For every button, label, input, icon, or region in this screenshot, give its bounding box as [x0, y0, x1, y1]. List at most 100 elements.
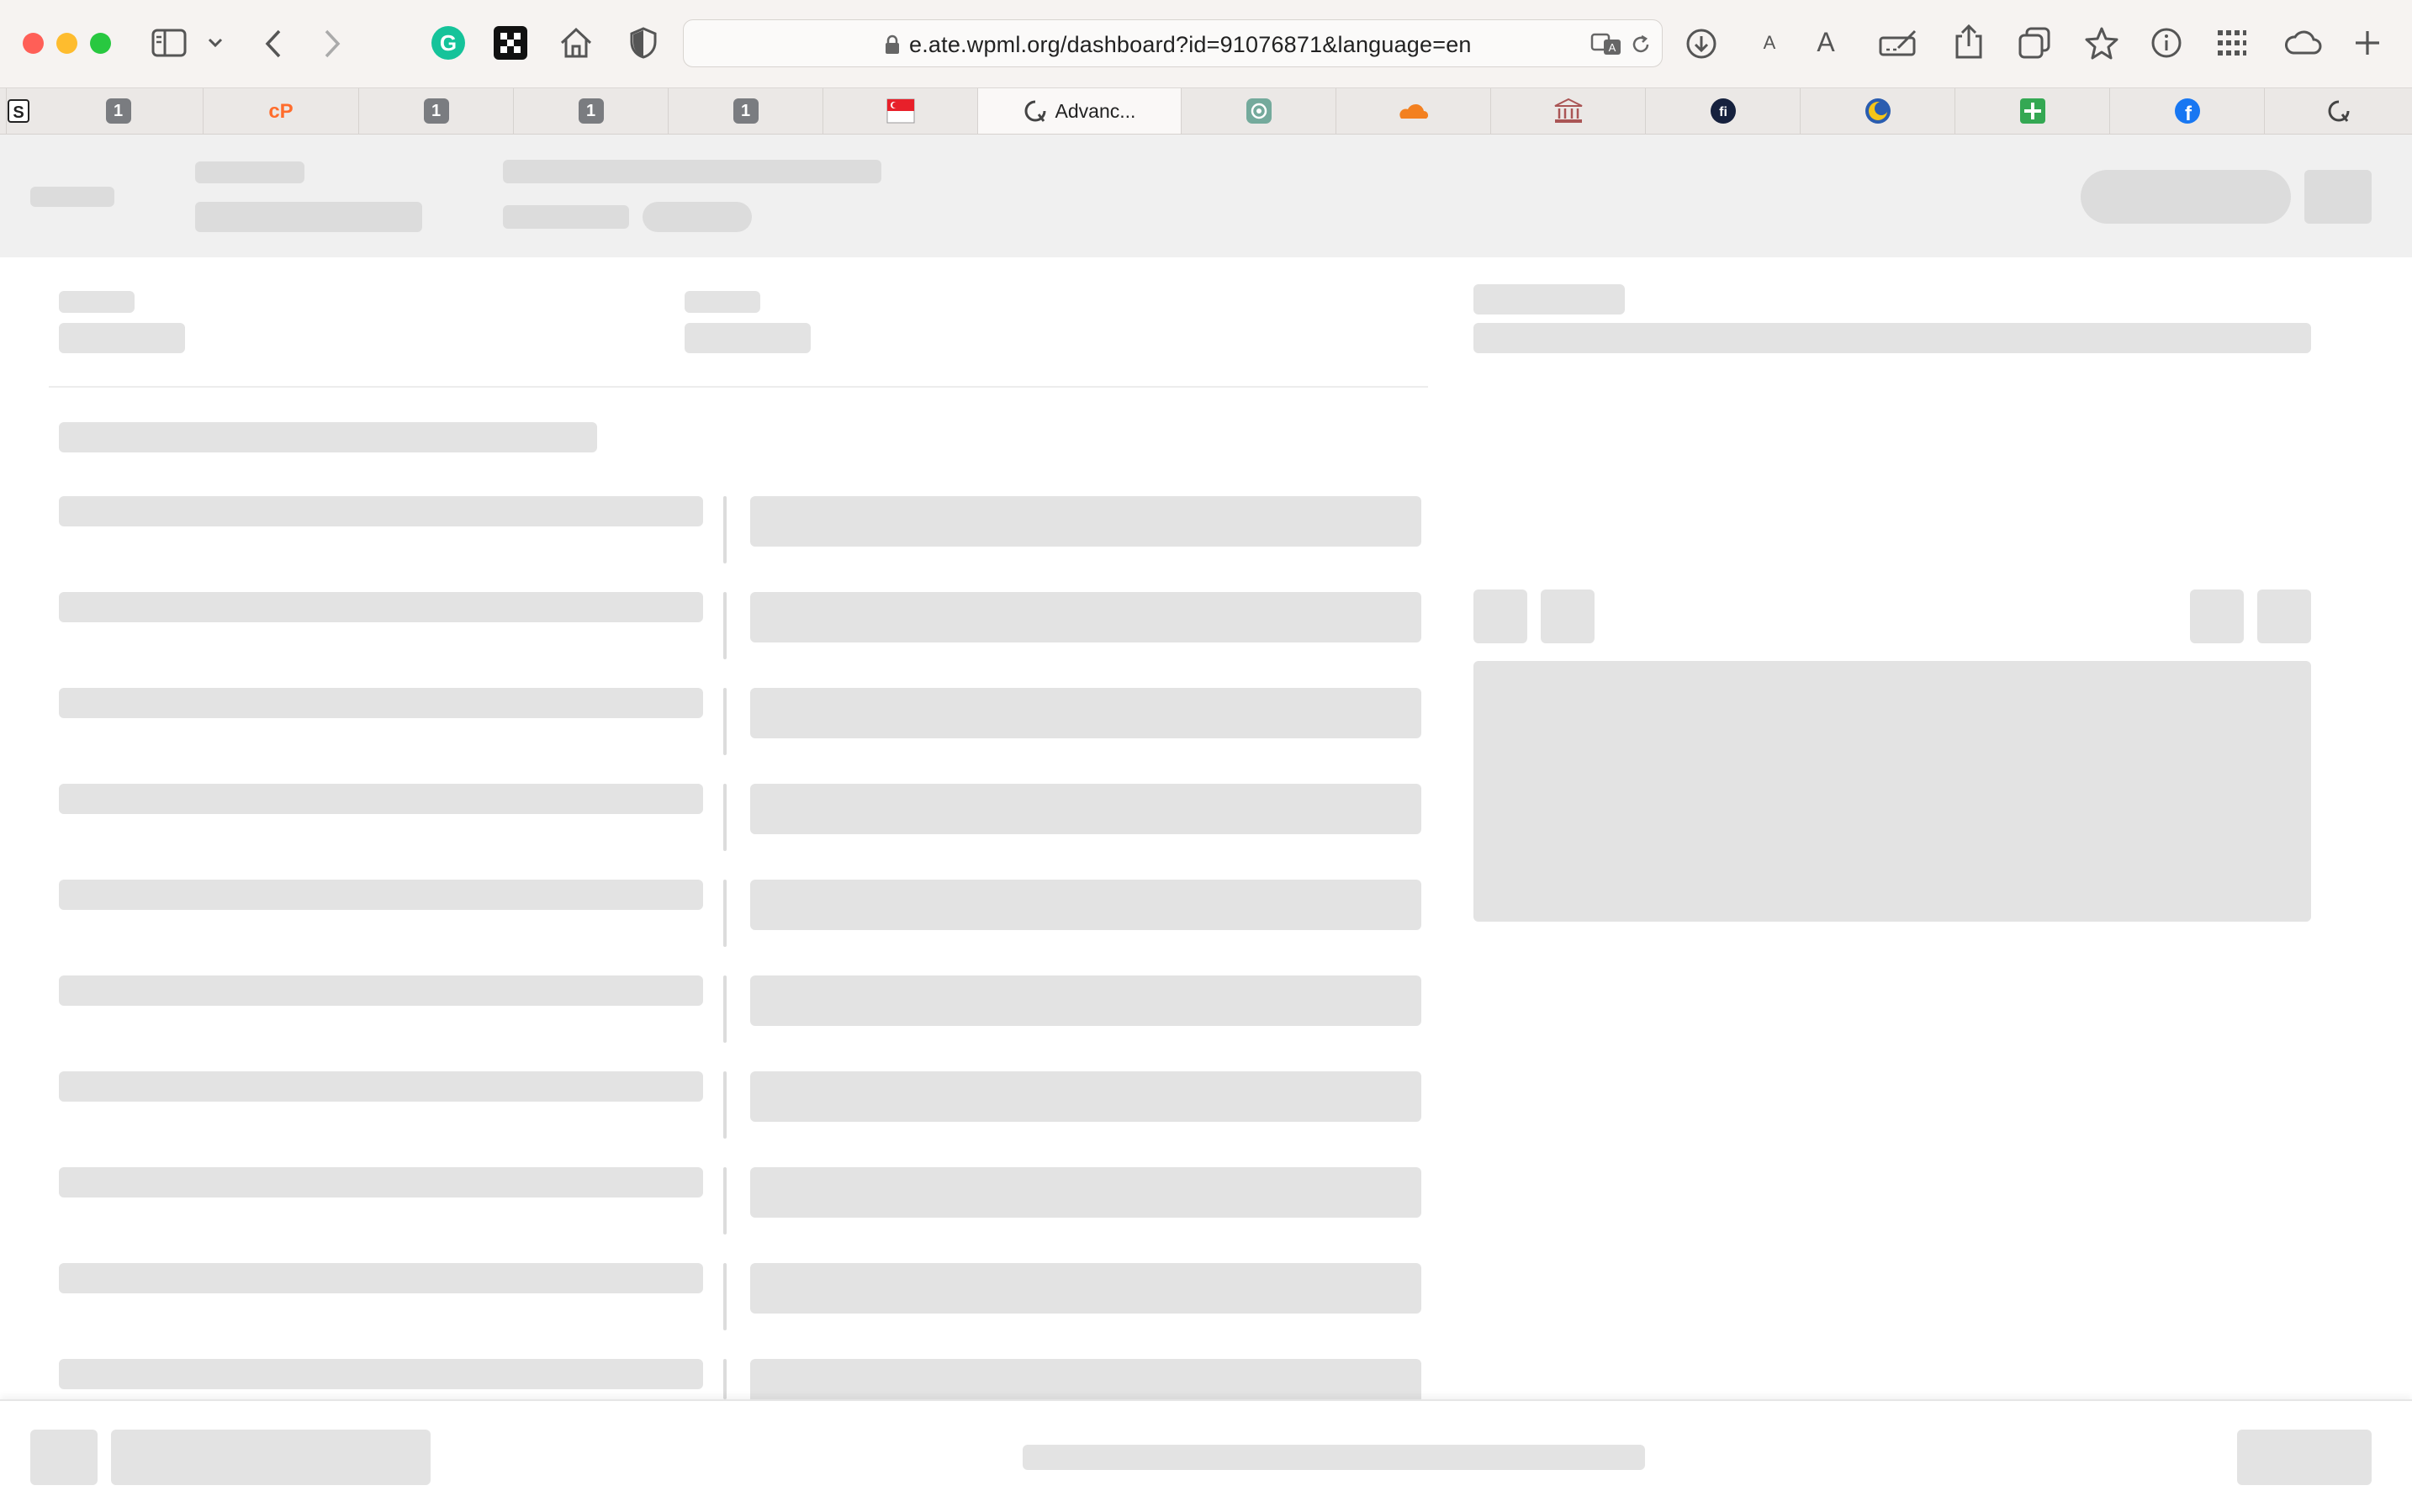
skeleton-source-segment [59, 496, 703, 526]
privacy-shield-icon[interactable] [629, 27, 658, 59]
skeleton-target-segment[interactable] [750, 784, 1421, 834]
skeleton-title [195, 161, 304, 183]
reload-icon[interactable] [1629, 33, 1653, 56]
s-app-icon: S [7, 98, 30, 124]
new-tab-plus-icon[interactable] [2351, 27, 2383, 59]
skeleton-target-segment[interactable] [750, 975, 1421, 1026]
segment-separator [723, 880, 727, 947]
share-icon[interactable] [1954, 24, 1984, 61]
app-header [0, 135, 2412, 257]
skeleton-footer-button[interactable] [2237, 1430, 2372, 1485]
skeleton-source-segment [59, 688, 703, 718]
tab-14[interactable]: f [2110, 88, 2265, 134]
skeleton-target-segment[interactable] [750, 496, 1421, 547]
tab-active[interactable]: Advanc... [978, 88, 1182, 134]
text-smaller-button[interactable]: A [1758, 29, 1781, 57]
segment-separator [723, 975, 727, 1043]
skeleton-target-segment[interactable] [750, 1263, 1421, 1314]
skeleton-footer-label [111, 1430, 431, 1485]
qr-extension-icon[interactable] [494, 26, 527, 60]
skeleton-menu-button[interactable] [2304, 170, 2372, 224]
skeleton-breadcrumb [503, 160, 881, 183]
back-icon[interactable] [261, 27, 286, 61]
skeleton-source-segment [59, 1359, 703, 1389]
tab-6[interactable] [823, 88, 978, 134]
moon-app-icon [1865, 98, 1891, 124]
forward-icon[interactable] [320, 27, 345, 61]
skeleton-source-segment [59, 1167, 703, 1197]
segment-separator [723, 1359, 727, 1399]
url-text: e.ate.wpml.org/dashboard?id=91076871&lan… [909, 32, 1472, 57]
skeleton-value [685, 323, 811, 353]
close-window-button[interactable] [23, 33, 44, 54]
minimize-window-button[interactable] [56, 33, 77, 54]
skeleton-section-title [59, 422, 597, 452]
tab-11[interactable]: fi [1646, 88, 1801, 134]
tab-1[interactable]: 1 [34, 88, 204, 134]
skeleton-logo [30, 187, 114, 207]
one-badge-icon: 1 [105, 98, 131, 124]
tab-0[interactable] [0, 88, 7, 134]
apps-grid-icon[interactable] [2215, 28, 2249, 58]
segment-separator [723, 688, 727, 755]
skeleton-source-segment [59, 1071, 703, 1102]
svg-text:cP: cP [268, 100, 293, 122]
cloudflare-icon [1399, 103, 1428, 119]
tab-12[interactable] [1801, 88, 1955, 134]
tab-3[interactable]: 1 [359, 88, 514, 134]
home-icon[interactable] [558, 25, 594, 61]
tab-label: Advanc... [1055, 99, 1136, 122]
singapore-flag-icon [886, 98, 914, 124]
translate-icon[interactable]: A [1590, 32, 1624, 57]
skeleton-target-segment[interactable] [750, 688, 1421, 738]
skeleton-target-segment[interactable] [750, 1071, 1421, 1122]
tab-2[interactable]: cP [204, 88, 359, 134]
skeleton-panel-button[interactable] [1473, 589, 1527, 643]
segment-separator [723, 784, 727, 851]
loading-spinner-icon [2328, 100, 2349, 122]
downloads-icon[interactable] [1685, 27, 1718, 61]
text-bigger-button[interactable]: A [1812, 25, 1840, 59]
sidebar-toggle-icon[interactable] [151, 28, 187, 58]
skeleton-action-button[interactable] [2081, 170, 2291, 224]
zoom-window-button[interactable] [90, 33, 111, 54]
tab-13[interactable] [1955, 88, 2110, 134]
cpanel-icon: cP [268, 100, 293, 122]
tab-4[interactable]: 1 [514, 88, 669, 134]
tab-overview-icon[interactable] [2017, 26, 2052, 60]
tab-9[interactable] [1336, 88, 1491, 134]
skeleton-label [685, 291, 760, 313]
grammarly-icon[interactable]: G [431, 25, 466, 61]
skeleton-target-segment[interactable] [750, 880, 1421, 930]
text-bigger-label: A [1817, 26, 1835, 57]
skeleton-target-segment[interactable] [750, 1359, 1421, 1399]
segment-separator [723, 1167, 727, 1234]
skeleton-footer-icon[interactable] [30, 1430, 98, 1485]
svg-text:G: G [440, 30, 457, 56]
tab-8[interactable] [1182, 88, 1336, 134]
loading-spinner-icon [1024, 100, 1046, 122]
chevron-down-icon[interactable] [206, 34, 225, 52]
tab-10[interactable] [1491, 88, 1646, 134]
tab-15[interactable] [2265, 88, 2412, 134]
svg-text:fi: fi [1719, 105, 1727, 119]
skeleton-panel-button[interactable] [2257, 589, 2311, 643]
text-smaller-label: A [1763, 32, 1776, 53]
address-bar[interactable]: e.ate.wpml.org/dashboard?id=91076871&lan… [683, 19, 1663, 67]
skeleton-target-segment[interactable] [750, 1167, 1421, 1218]
lock-icon [884, 34, 901, 56]
facebook-icon: f [2174, 98, 2200, 124]
skeleton-target-segment[interactable] [750, 592, 1421, 642]
info-icon[interactable] [2150, 26, 2183, 60]
skeleton-panel-button[interactable] [1541, 589, 1595, 643]
tab-5[interactable]: 1 [669, 88, 823, 134]
annotate-icon[interactable] [1877, 27, 1919, 59]
skeleton-source-segment [59, 880, 703, 910]
bank-icon [1554, 98, 1582, 123]
skeleton-panel-button[interactable] [2190, 589, 2244, 643]
skeleton-source-segment [59, 975, 703, 1006]
cloud-icon[interactable] [2282, 27, 2323, 57]
skeleton-status-pill [643, 202, 752, 232]
tab-bar: S 1 cP 1 1 1 Advanc... fi f [0, 87, 2412, 135]
bookmark-star-icon[interactable] [2084, 25, 2119, 61]
